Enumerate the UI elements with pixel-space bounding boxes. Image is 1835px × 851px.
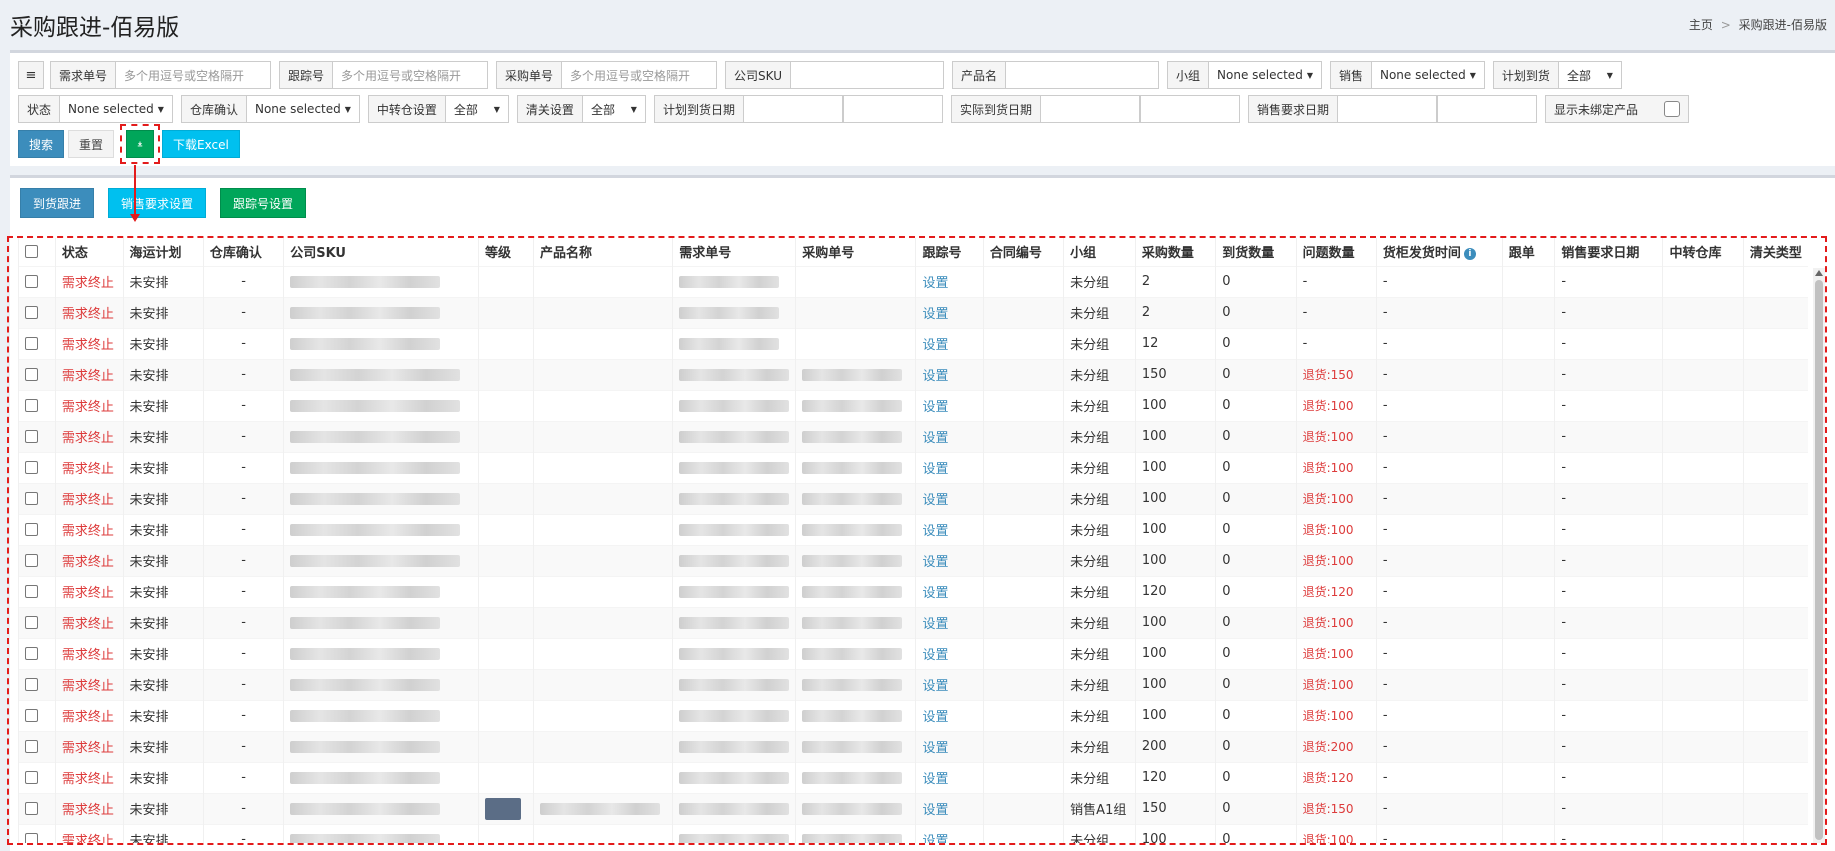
tracking-setting-button[interactable]: 跟踪号设置 — [220, 188, 307, 218]
sales-label: 销售 — [1329, 61, 1371, 89]
filter-row-2: 状态 None selected ▼ 仓库确认 None selected ▼ 中转… — [18, 95, 1697, 123]
filter-row-3: 搜索 重置 下载Excel — [18, 124, 244, 164]
caret-down-icon: ▼ — [1469, 70, 1476, 80]
purchase-no-filter: 采购单号 多个用逗号或空格隔开 — [496, 61, 718, 89]
tracking-no-input[interactable]: 多个用逗号或空格隔开 — [332, 61, 489, 89]
company-sku-label: 公司SKU — [725, 61, 790, 89]
breadcrumb-home[interactable]: 主页 — [1689, 18, 1713, 32]
menu-icon: ≡ — [25, 67, 37, 83]
breadcrumb: 主页 > 采购跟进-佰易版 — [1689, 16, 1827, 33]
purchase-no-label: 采购单号 — [496, 61, 562, 89]
breadcrumb-current: 采购跟进-佰易版 — [1738, 18, 1827, 32]
product-name-label: 产品名 — [952, 61, 1006, 89]
tracking-no-label: 跟踪号 — [279, 61, 333, 89]
download-icon — [137, 141, 143, 147]
purchase-no-input[interactable]: 多个用逗号或空格隔开 — [561, 61, 718, 89]
actual-arrival-date-filter: 实际到货日期 — [950, 95, 1240, 123]
show-unbound-filter: 显示未绑定产品 — [1544, 95, 1689, 123]
status-select[interactable]: None selected ▼ — [59, 95, 173, 123]
transit-setting-select-value: 全部 — [453, 102, 478, 117]
tracking-no-filter: 跟踪号 多个用逗号或空格隔开 — [279, 61, 489, 89]
group-label: 小组 — [1167, 61, 1209, 89]
caret-down-icon: ▼ — [1606, 70, 1613, 80]
show-unbound-label: 显示未绑定产品 — [1544, 95, 1689, 123]
sales-required-date-filter: 销售要求日期 — [1247, 95, 1537, 123]
warehouse-confirm-select[interactable]: None selected ▼ — [245, 95, 360, 123]
sales-required-date-label: 销售要求日期 — [1247, 95, 1337, 123]
plan-arrival-select[interactable]: 全部 ▼ — [1557, 61, 1622, 89]
page-title: 采购跟进-佰易版 — [10, 15, 180, 41]
download-highlight-box — [120, 124, 161, 164]
status-label: 状态 — [18, 95, 60, 123]
plan-arrival-date-filter: 计划到货日期 — [653, 95, 943, 123]
breadcrumb-separator: > — [1720, 18, 1731, 32]
group-select[interactable]: None selected ▼ — [1208, 61, 1322, 89]
scrollbar-thumb[interactable] — [1815, 280, 1823, 840]
plan-arrival-label: 计划到货 — [1492, 61, 1558, 89]
status-filter: 状态 None selected ▼ — [18, 95, 173, 123]
plan-arrival-select-value: 全部 — [1566, 68, 1591, 83]
caret-down-icon: ▼ — [344, 104, 351, 114]
sales-required-date-start[interactable] — [1336, 95, 1437, 123]
scroll-up-icon[interactable] — [1815, 270, 1823, 276]
table-highlight-box — [7, 236, 1827, 845]
group-filter: 小组 None selected ▼ — [1167, 61, 1322, 89]
sales-required-date-end[interactable] — [1436, 95, 1537, 123]
warehouse-confirm-label: 仓库确认 — [180, 95, 246, 123]
customs-setting-filter: 清关设置 全部 ▼ — [516, 95, 646, 123]
product-name-filter: 产品名 — [952, 61, 1160, 89]
actual-arrival-date-start[interactable] — [1039, 95, 1140, 123]
action-toolbar: 到货跟进 销售要求设置 跟踪号设置 — [20, 188, 320, 218]
sales-filter: 销售 None selected ▼ — [1329, 61, 1485, 89]
demand-no-input[interactable]: 多个用逗号或空格隔开 — [115, 61, 272, 89]
plan-arrival-date-label: 计划到货日期 — [653, 95, 743, 123]
transit-setting-label: 中转仓设置 — [367, 95, 445, 123]
download-button[interactable] — [126, 130, 155, 158]
show-unbound-text: 显示未绑定产品 — [1553, 102, 1638, 117]
customs-setting-select-value: 全部 — [590, 102, 615, 117]
status-select-value: None selected — [68, 102, 154, 116]
plan-arrival-filter: 计划到货 全部 ▼ — [1492, 61, 1622, 89]
sales-select[interactable]: None selected ▼ — [1370, 61, 1485, 89]
search-button[interactable]: 搜索 — [18, 130, 65, 158]
product-name-input[interactable] — [1005, 61, 1160, 89]
caret-down-icon: ▼ — [630, 104, 637, 114]
caret-down-icon: ▼ — [493, 104, 500, 114]
arrival-tracking-button[interactable]: 到货跟进 — [20, 188, 95, 218]
actual-arrival-date-end[interactable] — [1139, 95, 1240, 123]
transit-setting-select[interactable]: 全部 ▼ — [444, 95, 509, 123]
annotation-arrow-head — [130, 214, 140, 222]
plan-arrival-date-start[interactable] — [742, 95, 843, 123]
menu-toggle-button[interactable]: ≡ — [18, 61, 44, 89]
caret-down-icon: ▼ — [157, 104, 164, 114]
group-select-value: None selected — [1217, 68, 1303, 82]
filter-panel: ≡ 需求单号 多个用逗号或空格隔开 跟踪号 多个用逗号或空格隔开 采购单号 多个… — [10, 50, 1835, 166]
sales-requirement-button[interactable]: 销售要求设置 — [108, 188, 207, 218]
caret-down-icon: ▼ — [1306, 70, 1313, 80]
filter-row-1: ≡ 需求单号 多个用逗号或空格隔开 跟踪号 多个用逗号或空格隔开 采购单号 多个… — [18, 61, 1630, 89]
sales-select-value: None selected — [1379, 68, 1466, 82]
customs-setting-label: 清关设置 — [516, 95, 582, 123]
show-unbound-checkbox[interactable] — [1664, 101, 1680, 117]
customs-setting-select[interactable]: 全部 ▼ — [581, 95, 646, 123]
demand-no-label: 需求单号 — [50, 61, 116, 89]
warehouse-confirm-select-value: None selected — [254, 102, 341, 116]
table-scrollbar[interactable] — [1813, 268, 1825, 843]
reset-button[interactable]: 重置 — [68, 130, 115, 158]
transit-setting-filter: 中转仓设置 全部 ▼ — [367, 95, 509, 123]
plan-arrival-date-end[interactable] — [842, 95, 943, 123]
actual-arrival-date-label: 实际到货日期 — [950, 95, 1040, 123]
download-excel-button[interactable]: 下载Excel — [162, 130, 240, 158]
company-sku-input[interactable] — [790, 61, 944, 89]
page-header: 采购跟进-佰易版 主页 > 采购跟进-佰易版 — [0, 0, 1835, 44]
warehouse-confirm-filter: 仓库确认 None selected ▼ — [180, 95, 360, 123]
company-sku-filter: 公司SKU — [725, 61, 944, 89]
annotation-arrow-line — [134, 165, 136, 215]
demand-no-filter: 需求单号 多个用逗号或空格隔开 — [50, 61, 272, 89]
